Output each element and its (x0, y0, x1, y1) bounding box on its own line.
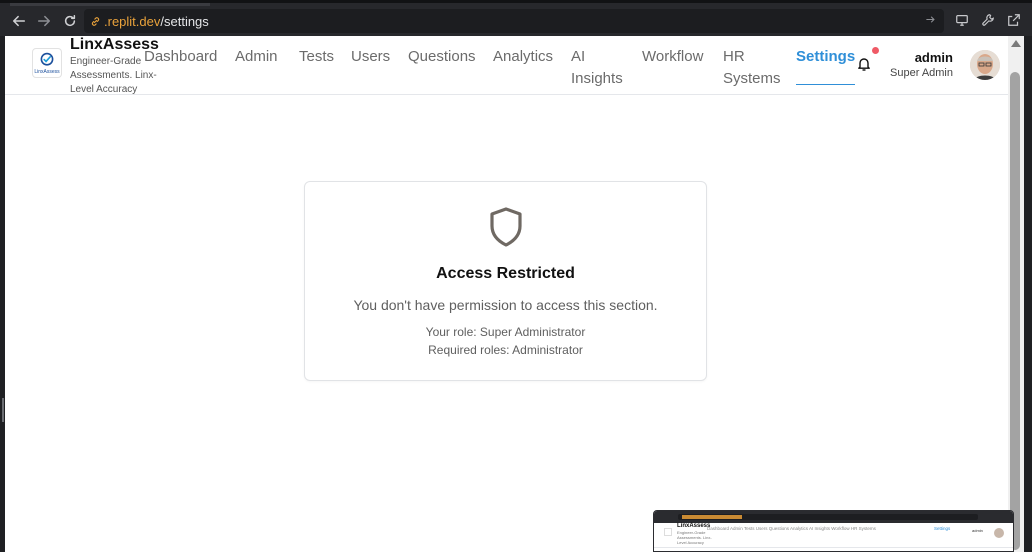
preview-divider (654, 547, 1013, 548)
bell-icon (858, 58, 870, 71)
url-path: /settings (160, 13, 209, 29)
logo-text: LinxAssess (34, 68, 60, 75)
notification-badge (872, 47, 879, 54)
nav-item-analytics[interactable]: Analytics (493, 46, 553, 68)
nav-item-admin[interactable]: Admin (235, 46, 278, 68)
address-bar[interactable]: .replit.dev/settings (84, 9, 944, 33)
nav-item-settings[interactable]: Settings (796, 46, 856, 85)
browser-toolbar: .replit.dev/settings (0, 0, 1032, 36)
nav-item-questions[interactable]: Questions (408, 46, 476, 68)
nav-item-ai-insights[interactable]: AI Insights (571, 46, 623, 90)
arrow-right-icon (37, 15, 51, 27)
access-restricted-card: Access Restricted You don't have permiss… (304, 181, 707, 381)
arrow-left-icon (12, 15, 26, 27)
link-icon (90, 16, 104, 27)
resize-handle[interactable] (2, 398, 4, 422)
app-logo[interactable]: LinxAssess (32, 48, 62, 78)
current-role-text: Your role: Super Administrator (425, 325, 586, 339)
app-header: LinxAssess LinxAssess Engineer-Grade Ass… (5, 36, 1008, 95)
user-role: Super Admin (890, 67, 953, 79)
preview-nav: Dashboard Admin Tests Users Questions An… (707, 526, 876, 531)
preview-avatar (994, 528, 1004, 538)
notifications-button[interactable] (856, 56, 872, 72)
preview-logo (664, 528, 672, 536)
back-button[interactable] (6, 8, 32, 34)
wrench-icon[interactable] (980, 12, 996, 28)
browser-tools (954, 12, 1022, 28)
go-arrow-icon[interactable] (925, 14, 936, 28)
check-badge-icon (40, 52, 54, 66)
card-title: Access Restricted (436, 265, 575, 282)
nav-item-workflow[interactable]: Workflow (642, 46, 703, 68)
avatar[interactable] (970, 50, 1000, 80)
required-roles-text: Required roles: Administrator (428, 343, 583, 357)
scroll-up-arrow-icon[interactable] (1011, 40, 1021, 47)
preview-address-bar (678, 514, 978, 520)
preview-brand-tagline: Engineer-Grade Assessments. Linx-Level A… (677, 530, 712, 545)
page-viewport: LinxAssess LinxAssess Engineer-Grade Ass… (5, 36, 1008, 552)
forward-button[interactable] (31, 8, 57, 34)
window-edge (1024, 36, 1032, 552)
nav-item-tests[interactable]: Tests (299, 46, 334, 68)
tab-strip (10, 3, 210, 6)
card-message: You don't have permission to access this… (353, 297, 658, 313)
nav-item-dashboard[interactable]: Dashboard (144, 46, 217, 68)
nav-item-users[interactable]: Users (351, 46, 390, 68)
scrollbar-thumb[interactable] (1010, 72, 1020, 550)
url-host: .replit.dev (104, 13, 161, 29)
preview-nav-settings: Settings (934, 526, 951, 531)
preview-user-name: admin (972, 528, 983, 533)
preview-thumbnail[interactable]: LinxAssess Engineer-Grade Assessments. L… (653, 510, 1014, 552)
preview-toolbar (654, 511, 1013, 523)
open-external-icon[interactable] (1006, 12, 1022, 28)
preview-brand-name: LinxAssess (677, 523, 711, 529)
shield-icon (490, 207, 522, 247)
nav-item-hr-systems[interactable]: HR Systems (723, 46, 783, 90)
avatar-portrait (970, 50, 1000, 80)
monitor-icon[interactable] (954, 12, 970, 28)
reload-icon (64, 15, 76, 27)
user-name[interactable]: admin (885, 50, 953, 65)
reload-button[interactable] (57, 8, 83, 34)
